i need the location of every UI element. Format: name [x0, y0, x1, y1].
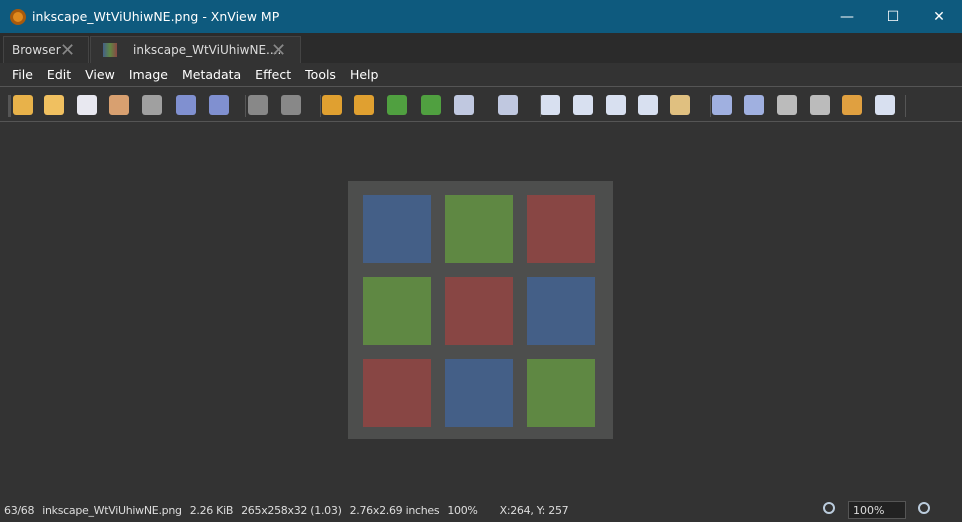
- menu-edit[interactable]: Edit: [47, 67, 71, 82]
- adjust-icon[interactable]: [454, 95, 474, 115]
- image-canvas: [348, 181, 613, 439]
- tab-label: inkscape_WtViUhiwNE....: [133, 43, 282, 57]
- minimize-button[interactable]: —: [824, 0, 870, 33]
- toolbar-separator: [905, 95, 906, 117]
- tab-browser[interactable]: Browser ✕: [3, 36, 89, 63]
- zoom-field[interactable]: 100%: [848, 501, 906, 519]
- save-icon[interactable]: [176, 95, 196, 115]
- status-zoom: 100%: [447, 503, 478, 517]
- menu-metadata[interactable]: Metadata: [182, 67, 241, 82]
- square-red: [527, 195, 595, 263]
- menu-tools[interactable]: Tools: [305, 67, 336, 82]
- title-bar: inkscape_WtViUhiwNE.png - XnView MP — ☐ …: [0, 0, 962, 33]
- status-filename: inkscape_WtViUhiwNE.png: [42, 503, 182, 517]
- last-icon[interactable]: [810, 95, 830, 115]
- status-dimensions: 265x258x32 (1.03): [241, 503, 342, 517]
- square-red: [363, 359, 431, 427]
- copy-icon[interactable]: [77, 95, 97, 115]
- rotate-left-icon[interactable]: [387, 95, 407, 115]
- toolbar-grip[interactable]: [8, 95, 11, 117]
- toolbar-separator: [245, 95, 246, 117]
- zoom-in-icon[interactable]: [540, 95, 560, 115]
- square-blue: [527, 277, 595, 345]
- close-tab-icon[interactable]: ✕: [271, 40, 286, 61]
- next-icon[interactable]: [744, 95, 764, 115]
- menu-view[interactable]: View: [85, 67, 115, 82]
- status-coords: X:264, Y: 257: [499, 503, 569, 517]
- menu-bar: File Edit View Image Metadata Effect Too…: [0, 63, 962, 85]
- menu-image[interactable]: Image: [129, 67, 168, 82]
- zoom-lock-icon[interactable]: [670, 95, 690, 115]
- paste-new-icon[interactable]: [142, 95, 162, 115]
- zoom-fit-icon[interactable]: [638, 95, 658, 115]
- square-blue: [363, 195, 431, 263]
- window-title: inkscape_WtViUhiwNE.png - XnView MP: [32, 9, 280, 24]
- square-blue: [445, 359, 513, 427]
- crop-icon[interactable]: [322, 95, 342, 115]
- status-bar: 63/68 inkscape_WtViUhiwNE.png 2.26 KiB 2…: [0, 498, 962, 522]
- image-thumbnail-icon: [103, 43, 117, 57]
- maximize-button[interactable]: ☐: [870, 0, 916, 33]
- open-folder-icon[interactable]: [44, 95, 64, 115]
- close-tab-icon[interactable]: ✕: [60, 40, 75, 61]
- first-icon[interactable]: [777, 95, 797, 115]
- square-green: [363, 277, 431, 345]
- status-inches: 2.76x2.69 inches: [349, 503, 440, 517]
- square-red: [445, 277, 513, 345]
- toolbar: [0, 86, 962, 122]
- zoom-out-icon[interactable]: [606, 95, 626, 115]
- tab-image[interactable]: inkscape_WtViUhiwNE.... ✕: [90, 36, 301, 63]
- status-filesize: 2.26 KiB: [189, 503, 234, 517]
- levels-icon[interactable]: [498, 95, 518, 115]
- zoom-out-icon[interactable]: [918, 502, 930, 514]
- close-button[interactable]: ✕: [916, 0, 962, 33]
- properties-icon[interactable]: [875, 95, 895, 115]
- toolbar-separator: [320, 95, 321, 117]
- slideshow-icon[interactable]: [842, 95, 862, 115]
- menu-help[interactable]: Help: [350, 67, 379, 82]
- redo-icon[interactable]: [281, 95, 301, 115]
- previous-icon[interactable]: [712, 95, 732, 115]
- rotate-right-icon[interactable]: [421, 95, 441, 115]
- status-index: 63/68: [4, 503, 35, 517]
- app-logo-icon: [10, 8, 26, 25]
- toolbar-separator: [540, 95, 541, 117]
- menu-effect[interactable]: Effect: [255, 67, 291, 82]
- tab-label: Browser: [12, 43, 61, 57]
- paste-icon[interactable]: [109, 95, 129, 115]
- save-as-icon[interactable]: [209, 95, 229, 115]
- square-green: [445, 195, 513, 263]
- toolbar-separator: [710, 95, 711, 117]
- undo-icon[interactable]: [248, 95, 268, 115]
- zoom-1to1-icon[interactable]: [573, 95, 593, 115]
- zoom-in-icon[interactable]: [823, 502, 835, 514]
- menu-file[interactable]: File: [12, 67, 33, 82]
- resize-icon[interactable]: [354, 95, 374, 115]
- browser-tree-icon[interactable]: [13, 95, 33, 115]
- square-green: [527, 359, 595, 427]
